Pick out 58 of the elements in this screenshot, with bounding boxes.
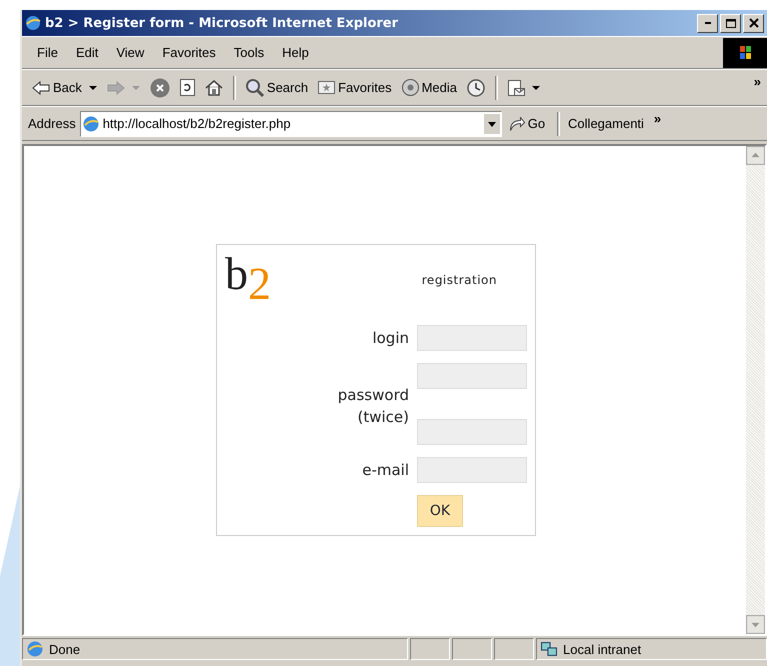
close-icon: [748, 18, 758, 28]
links-button[interactable]: Collegamenti: [568, 116, 644, 131]
search-button[interactable]: Search: [242, 76, 312, 98]
logo: b2: [225, 251, 271, 307]
maximize-button[interactable]: [720, 14, 741, 32]
zone-text: Local intranet: [563, 642, 642, 656]
status-panel: [410, 638, 450, 660]
left-arrow-icon: [32, 80, 50, 94]
network-icon: [541, 641, 557, 657]
globe-icon: [25, 15, 41, 31]
ok-button[interactable]: OK: [417, 495, 463, 527]
email-label: e-mail: [361, 461, 409, 479]
login-label: login: [371, 329, 409, 347]
refresh-icon: [180, 79, 195, 96]
window-title: b2 > Register form - Microsoft Internet Explorer: [45, 16, 400, 30]
scrollbar[interactable]: [746, 146, 765, 634]
search-icon: [246, 78, 264, 96]
form-heading: registration: [422, 273, 497, 287]
star-folder-icon: [318, 81, 336, 94]
menu-item[interactable]: Help: [273, 45, 318, 60]
globe-icon: [82, 116, 99, 132]
menu-item[interactable]: File: [28, 45, 67, 60]
more-button[interactable]: »: [648, 111, 668, 126]
go-button[interactable]: Go: [506, 114, 550, 133]
scroll-down-button[interactable]: [746, 615, 765, 634]
close-button[interactable]: [743, 14, 764, 32]
password-confirm-field[interactable]: [417, 419, 527, 445]
mail-icon: [508, 80, 525, 96]
maximize-icon: [726, 18, 736, 28]
password-field[interactable]: [417, 363, 527, 389]
menu-item[interactable]: Favorites: [153, 45, 225, 60]
favorites-button[interactable]: Favorites: [314, 78, 396, 97]
login-field[interactable]: [417, 325, 527, 351]
right-arrow-icon: [106, 80, 125, 94]
media-button[interactable]: Media: [398, 77, 461, 98]
address-field[interactable]: http://localhost/b2/b2register.php: [80, 110, 502, 136]
menu-item[interactable]: Tools: [224, 45, 274, 60]
home-icon: [204, 80, 223, 96]
page-icon: [27, 641, 43, 657]
password-label: password (twice): [336, 385, 409, 428]
minimize-icon: [704, 22, 710, 24]
menu-item[interactable]: Edit: [66, 45, 108, 60]
back-button[interactable]: Back: [28, 78, 101, 97]
email-field[interactable]: [417, 457, 527, 483]
windows-logo-icon: [723, 38, 767, 68]
more-button[interactable]: »: [748, 74, 767, 89]
stop-icon: [150, 78, 170, 98]
status-panel: [452, 638, 492, 660]
disc-icon: [402, 79, 419, 96]
go-arrow-icon: [510, 116, 525, 130]
status-text: Done: [49, 642, 80, 656]
minimize-button[interactable]: [697, 14, 718, 32]
menu-item[interactable]: View: [107, 45, 154, 60]
dropdown-button[interactable]: [484, 114, 500, 134]
status-panel: [494, 638, 534, 660]
scroll-up-button[interactable]: [746, 146, 765, 165]
address-label: Address: [28, 116, 76, 131]
clock-icon: [467, 78, 485, 96]
